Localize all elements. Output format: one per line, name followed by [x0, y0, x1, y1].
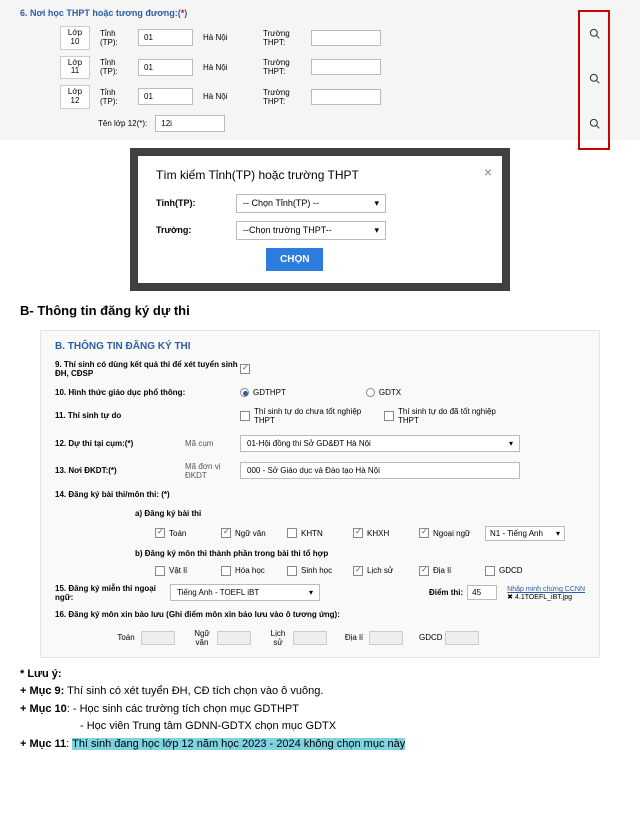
- tenlop-label: Tên lớp 12(*):: [98, 119, 147, 128]
- section6-title: 6. Nơi học THPT hoặc tương đương:(*): [20, 8, 620, 18]
- bl-diali[interactable]: [369, 631, 403, 645]
- close-icon[interactable]: ×: [484, 164, 492, 180]
- gdcd-cb[interactable]: [485, 566, 495, 576]
- q12-select[interactable]: 01-Hội đồng thi Sở GD&ĐT Hà Nội▾: [240, 435, 520, 452]
- chon-button[interactable]: CHỌN: [266, 248, 323, 271]
- heading-b: B- Thông tin đăng ký dự thi: [20, 303, 620, 318]
- search-icon[interactable]: [589, 28, 600, 42]
- truong-input-11[interactable]: [311, 59, 381, 75]
- grade-badge-12: Lớp12: [60, 85, 90, 109]
- lichsu-cb[interactable]: [353, 566, 363, 576]
- tenlop-input[interactable]: [155, 115, 225, 132]
- chevron-down-icon: ▾: [509, 439, 513, 448]
- file-name: ✖ 4.1TOEFL_iBT.jpg: [507, 593, 585, 601]
- q15-select[interactable]: Tiếng Anh - TOEFL iBT▾: [170, 584, 320, 601]
- ngoaingu-cb[interactable]: [419, 528, 429, 538]
- tinh-input-12[interactable]: [138, 88, 193, 105]
- grade-12-row: Lớp12 Tỉnh (TP): Hà Nội Trường THPT:: [20, 85, 620, 109]
- truong-input-12[interactable]: [311, 89, 381, 105]
- ccnn-link[interactable]: Nhập minh chứng CCNN: [507, 586, 585, 593]
- q9-checkbox[interactable]: [240, 364, 250, 374]
- q11b-checkbox[interactable]: [384, 411, 394, 421]
- modal-title: Tìm kiếm Tỉnh(TP) hoặc trường THPT: [156, 168, 484, 182]
- bl-gdcd[interactable]: [445, 631, 479, 645]
- chevron-down-icon: ▾: [374, 198, 379, 209]
- hoahoc-cb[interactable]: [221, 566, 231, 576]
- bl-lichsu[interactable]: [293, 631, 327, 645]
- n1-select[interactable]: N1 - Tiếng Anh▾: [485, 526, 565, 541]
- chevron-down-icon: ▾: [309, 588, 313, 597]
- grade-10-row: Lớp10 Tỉnh (TP): Hà Nội Trường THPT:: [20, 26, 620, 50]
- truong-select[interactable]: --Chọn trường THPT--▾: [236, 221, 386, 240]
- q11a-checkbox[interactable]: [240, 411, 250, 421]
- khxh-cb[interactable]: [353, 528, 363, 538]
- tinh-input-10[interactable]: [138, 29, 193, 46]
- sinhhoc-cb[interactable]: [287, 566, 297, 576]
- chevron-down-icon: ▾: [374, 225, 379, 236]
- grade-badge-10: Lớp10: [60, 26, 90, 50]
- q13-select[interactable]: 000 - Sở Giáo dục và Đào tạo Hà Nội: [240, 462, 520, 479]
- notes: * Lưu ý: + Mục 9: Thí sinh có xét tuyển …: [20, 666, 620, 753]
- vatli-cb[interactable]: [155, 566, 165, 576]
- toan-cb[interactable]: [155, 528, 165, 538]
- search-modal: Tìm kiếm Tỉnh(TP) hoặc trường THPT × Tỉn…: [138, 156, 502, 283]
- nguvan-cb[interactable]: [221, 528, 231, 538]
- chevron-down-icon: ▾: [556, 529, 560, 538]
- section-b-title: B. THÔNG TIN ĐĂNG KÝ THI: [55, 341, 585, 352]
- q10-gdtx-radio[interactable]: [366, 388, 375, 397]
- grade-11-row: Lớp11 Tỉnh (TP): Hà Nội Trường THPT:: [20, 56, 620, 80]
- truong-input-10[interactable]: [311, 30, 381, 46]
- diali-cb[interactable]: [419, 566, 429, 576]
- bl-nguvan[interactable]: [217, 631, 251, 645]
- bl-toan[interactable]: [141, 631, 175, 645]
- score-input[interactable]: [467, 585, 497, 600]
- search-buttons-highlight: [578, 10, 610, 150]
- search-icon[interactable]: [589, 73, 600, 87]
- khtn-cb[interactable]: [287, 528, 297, 538]
- search-icon[interactable]: [589, 118, 600, 132]
- grade-badge-11: Lớp11: [60, 56, 90, 80]
- tinh-select[interactable]: -- Chọn Tỉnh(TP) --▾: [236, 194, 386, 213]
- tinh-input-11[interactable]: [138, 59, 193, 76]
- q10-gdthpt-radio[interactable]: [240, 388, 249, 397]
